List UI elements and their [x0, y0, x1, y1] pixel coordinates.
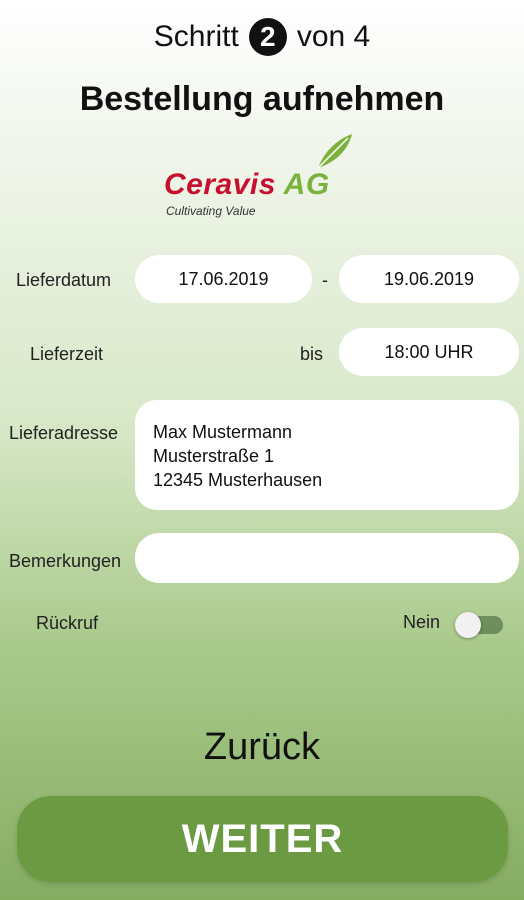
callback-state-label: Nein [403, 612, 441, 632]
step-suffix: von 4 [296, 20, 371, 53]
callback-label: Rückruf [36, 613, 99, 633]
page-title: Bestellung aufnehmen [79, 80, 445, 118]
address-field[interactable]: Max Mustermann Musterstraße 1 12345 Must… [135, 400, 519, 510]
logo-wordmark: Ceravis AG [164, 168, 330, 202]
step-prefix: Schritt [153, 20, 239, 53]
remarks-label: Bemerkungen [9, 551, 122, 571]
time-until-label: bis [300, 344, 324, 364]
address-line-2: Musterstraße 1 [153, 446, 275, 466]
date-from-field[interactable]: 17.06.2019 [135, 255, 312, 303]
back-button[interactable]: Zurück [0, 726, 524, 769]
next-button[interactable]: WEITER [17, 796, 508, 882]
address-label: Lieferadresse [9, 423, 119, 443]
logo-suffix: AG [283, 168, 330, 201]
delivery-time-label: Lieferzeit [30, 344, 104, 364]
logo-brand: Ceravis [164, 168, 276, 201]
address-line-3: 12345 Musterhausen [153, 470, 323, 490]
logo-tagline: Cultivating Value [166, 204, 256, 218]
step-indicator: Schritt 2 von 4 [0, 18, 524, 56]
date-separator: - [322, 270, 328, 290]
remarks-input[interactable] [135, 533, 519, 583]
leaf-icon [317, 134, 352, 169]
ceravis-logo: Ceravis AG Cultivating Value [162, 132, 362, 227]
date-to-field[interactable]: 19.06.2019 [339, 255, 519, 303]
address-line-1: Max Mustermann [153, 422, 293, 442]
toggle-knob[interactable] [455, 612, 481, 638]
delivery-time-field[interactable]: 18:00 UHR [339, 328, 519, 376]
delivery-date-label: Lieferdatum [16, 270, 112, 290]
step-number-badge: 2 [248, 18, 287, 56]
